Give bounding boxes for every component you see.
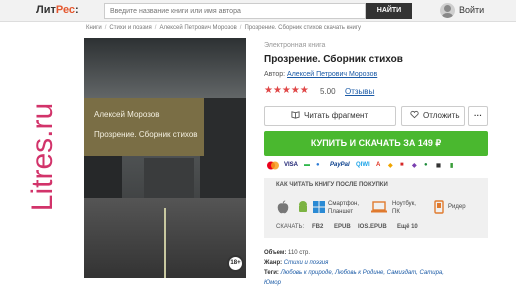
tags-links[interactable]: Любовь к природе, Любовь к Родине, Самиз… (281, 270, 444, 276)
breadcrumb-separator: / (154, 25, 157, 31)
android-icon[interactable] (296, 200, 310, 214)
top-bar: ЛитРес: НАЙТИ Войти (0, 0, 516, 22)
tags-label: Теги: (264, 270, 279, 276)
author-row: Автор: Алексей Петрович Морозов (264, 71, 377, 78)
side-brand-text: Litres.ru (26, 102, 59, 212)
book-cover[interactable]: Алексей Морозов Прозрение. Сборник стихо… (84, 38, 246, 278)
paypal-logo: PayPal (330, 162, 350, 168)
apple-icon[interactable] (276, 200, 290, 214)
age-rating-badge: 18+ (227, 255, 244, 272)
beeline-icon: ◼ (436, 163, 441, 169)
breadcrumb-item-current: Прозрение. Сборник стихов скачать книгу (244, 25, 362, 31)
rating-stars: ★★★★★ (264, 85, 309, 96)
device-label-line: Смартфон, (328, 201, 360, 207)
login-link[interactable]: Войти (459, 5, 484, 15)
payment-methods: VISA ▬ ● PayPal QIWI A ◆ ■ ◆ ● ◼ ▮ (264, 160, 490, 174)
book-open-icon (291, 111, 300, 119)
reviews-link[interactable]: Отзывы (345, 87, 374, 96)
read-fragment-button[interactable]: Читать фрагмент (264, 106, 396, 126)
volume-value: 110 стр. (288, 250, 311, 256)
mastercard-icon (266, 161, 280, 172)
format-ios-epub-link[interactable]: IOS.EPUB (358, 224, 387, 230)
breadcrumb-item-author[interactable]: Алексей Петрович Морозов (159, 25, 236, 31)
volume-row: Объем: 110 стр. (264, 250, 310, 256)
cover-title-panel (84, 98, 204, 156)
book-type: Электронная книга (264, 42, 326, 49)
cover-author: Алексей Морозов (94, 110, 160, 119)
yandex-money-icon: ◆ (388, 163, 393, 169)
search-input[interactable] (104, 3, 366, 19)
device-label-line: Ноутбук, (392, 201, 416, 207)
heart-icon (410, 110, 419, 119)
read-fragment-label: Читать фрагмент (304, 111, 369, 120)
ereader-icon[interactable] (432, 200, 446, 214)
genre-row: Жанр: Стихи и поэзия (264, 260, 328, 266)
visa-logo: VISA (284, 162, 299, 168)
alfa-icon: A (376, 162, 381, 168)
cover-building (144, 158, 194, 198)
logo-accent: Рес (55, 4, 76, 16)
format-fb2-link[interactable]: FB2 (312, 224, 323, 230)
logo-colon: : (75, 4, 79, 16)
buy-download-button[interactable]: КУПИТЬ И СКАЧАТЬ ЗА 149 ₽ (264, 131, 488, 156)
tags-link-humor[interactable]: Юмор (264, 280, 281, 286)
mir-icon: ▬ (304, 162, 310, 168)
page: ЛитРес: НАЙТИ Войти Книги/Стихи и поэзия… (0, 0, 516, 289)
device-label-line: ПК (392, 209, 400, 215)
breadcrumb: Книги / Стихи и поэзия / Алексей Петрович Мо… (86, 25, 361, 31)
megafon-icon: ◆ (412, 163, 417, 169)
rating-value: 5.00 (320, 87, 336, 96)
user-icon[interactable] (440, 3, 455, 18)
volume-label: Объем: (264, 250, 287, 256)
phone-pay-icon: ▮ (450, 163, 454, 169)
laptop-icon[interactable] (370, 200, 388, 214)
breadcrumb-item-poetry[interactable]: Стихи и поэзия (109, 25, 151, 31)
cover-title: Прозрение. Сборник стихов (94, 130, 198, 139)
device-label-smartphone: Смартфон, Планшет (328, 200, 359, 216)
cover-road-line (164, 208, 166, 278)
apple-pay-icon: ● (316, 162, 320, 168)
tags-row-2: Юмор (264, 280, 281, 286)
litres-logo[interactable]: ЛитРес: (36, 4, 79, 16)
format-epub-link[interactable]: EPUB (334, 224, 351, 230)
device-label-line: Планшет (328, 209, 354, 215)
breadcrumb-separator: / (239, 25, 242, 31)
defer-button[interactable]: Отложить (401, 106, 465, 126)
author-label: Автор: (264, 71, 286, 78)
how-to-read-title: КАК ЧИТАТЬ КНИГУ ПОСЛЕ ПОКУПКИ (276, 182, 388, 188)
tags-row: Теги: Любовь к природе, Любовь к Родине,… (264, 270, 444, 276)
format-more-link[interactable]: Ещё 10 (397, 224, 418, 230)
windows-icon[interactable] (312, 200, 326, 214)
logo-main: Лит (36, 4, 56, 16)
genre-link[interactable]: Стихи и поэзия (284, 260, 329, 266)
book-title: Прозрение. Сборник стихов (264, 54, 403, 65)
search-button[interactable]: НАЙТИ (366, 3, 412, 19)
more-options-button[interactable]: ··· (468, 106, 488, 126)
breadcrumb-separator: / (104, 25, 107, 31)
download-label: СКАЧАТЬ: (276, 224, 305, 230)
breadcrumb-item-books[interactable]: Книги (86, 25, 102, 31)
device-label-laptop: Ноутбук, ПК (392, 200, 416, 216)
qiwi-logo: QIWI (356, 162, 370, 168)
genre-label: Жанр: (264, 260, 283, 266)
sber-icon: ● (424, 162, 428, 168)
author-link[interactable]: Алексей Петрович Морозов (287, 71, 377, 78)
device-label-reader: Ридер (448, 204, 466, 210)
defer-label: Отложить (423, 111, 460, 120)
cover-building (200, 98, 246, 208)
mts-icon: ■ (400, 162, 404, 168)
